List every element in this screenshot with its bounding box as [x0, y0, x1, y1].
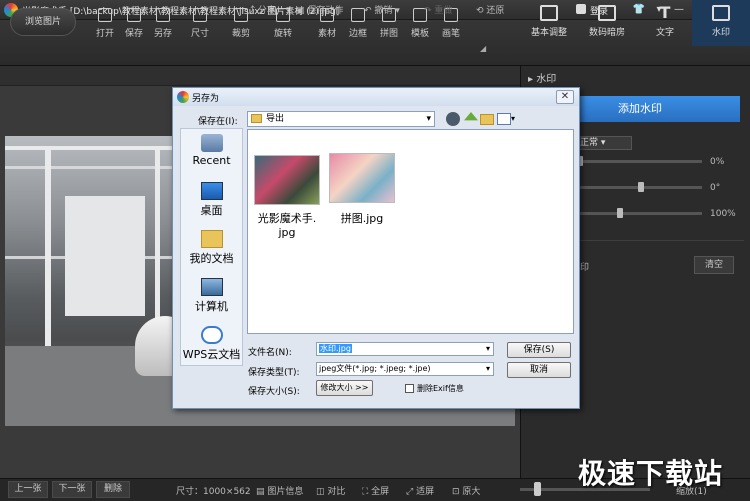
- view-dropdown-arrow[interactable]: ▾: [511, 114, 515, 123]
- zoom-knob[interactable]: [533, 482, 541, 496]
- back-icon[interactable]: [446, 112, 460, 126]
- size-icon: [193, 8, 207, 22]
- save-in-label: 保存在(I):: [198, 117, 238, 127]
- next-image-button[interactable]: 下一张: [52, 481, 92, 498]
- open-tool[interactable]: 打开: [90, 6, 120, 42]
- open-icon: [98, 8, 112, 22]
- rotate-value: 0°: [710, 183, 721, 193]
- panel-title: ▸ 水印: [528, 74, 557, 85]
- image-size: 尺寸：1000×562: [176, 487, 251, 497]
- place-desktop[interactable]: 桌面: [180, 182, 243, 218]
- fullscreen-button[interactable]: ⛶ 全屏: [362, 484, 389, 497]
- redo-button[interactable]: ↷ 重做: [424, 3, 452, 16]
- save-icon: [127, 8, 141, 22]
- action-bar: [0, 66, 520, 86]
- tab-darkroom[interactable]: 数码暗房: [578, 0, 636, 46]
- dialog-close-button[interactable]: ✕: [556, 90, 574, 104]
- rotate-icon: [276, 8, 290, 22]
- prev-image-button[interactable]: 上一张: [8, 481, 48, 498]
- tab-basic-adjust[interactable]: 基本调整: [520, 0, 578, 46]
- chevron-down-icon: ▾: [485, 364, 490, 373]
- desktop-icon: [200, 182, 223, 200]
- save-as-tool[interactable]: 另存: [148, 6, 178, 42]
- chevron-down-icon: ▾: [426, 114, 431, 124]
- save-as-icon: [156, 8, 170, 22]
- scale-slider[interactable]: [580, 212, 702, 215]
- place-computer[interactable]: 计算机: [180, 278, 243, 314]
- save-action-button[interactable]: ▣ 保存动作: [296, 3, 343, 16]
- filesize-label: 保存大小(S):: [248, 387, 300, 397]
- compare-button[interactable]: ◫ 对比: [316, 484, 345, 497]
- documents-icon: [200, 230, 223, 248]
- opacity-slider[interactable]: [580, 160, 702, 163]
- place-recent[interactable]: Recent: [180, 134, 243, 167]
- image-info-button[interactable]: ▤ 图片信息: [256, 484, 303, 497]
- modify-size-button[interactable]: 修改大小 >>: [316, 380, 373, 396]
- remove-exif-checkbox[interactable]: [405, 384, 414, 393]
- scale-value: 100%: [710, 209, 736, 219]
- tab-text[interactable]: T 文字: [636, 0, 694, 46]
- new-folder-icon[interactable]: [480, 114, 494, 125]
- file-name[interactable]: 光影魔术手. jpg: [250, 210, 324, 239]
- blend-mode-select[interactable]: 正常 ▾: [576, 136, 632, 150]
- rotate-knob[interactable]: [638, 182, 644, 192]
- cloud-icon: [200, 326, 223, 344]
- save-in-dropdown[interactable]: 导出 ▾: [247, 111, 435, 127]
- folder-icon: [251, 114, 262, 123]
- site-watermark-logo: 极速下载站: [578, 457, 724, 490]
- recent-icon: [200, 134, 223, 152]
- scale-knob[interactable]: [617, 208, 624, 218]
- size-tool[interactable]: 尺寸: [185, 6, 215, 42]
- chevron-down-icon: ▾: [485, 344, 490, 353]
- cancel-button[interactable]: 取消: [507, 362, 571, 378]
- place-wps-cloud[interactable]: WPS云文档: [180, 326, 243, 362]
- border-icon: [351, 8, 365, 22]
- delete-button[interactable]: 删除: [96, 481, 130, 498]
- browse-images-button[interactable]: 浏览图片: [10, 8, 76, 36]
- dialog-title-bar: [173, 88, 579, 106]
- filetype-label: 保存类型(T):: [248, 368, 300, 378]
- place-documents[interactable]: 我的文档: [180, 230, 243, 266]
- restore-button[interactable]: ⟲ 还原: [476, 3, 504, 16]
- filetype-select[interactable]: jpeg文件(*.jpg; *.jpeg; *.jpe) ▾: [316, 362, 494, 376]
- file-thumbnail[interactable]: [254, 155, 320, 205]
- remove-exif-label: 删除Exif信息: [417, 384, 464, 393]
- file-thumbnail[interactable]: [329, 153, 395, 203]
- computer-icon: [200, 278, 223, 296]
- watermark-icon: [712, 5, 730, 21]
- fit-screen-button[interactable]: ⤢ 适屏: [406, 484, 434, 497]
- file-name[interactable]: 拼图.jpg: [328, 210, 396, 226]
- save-button[interactable]: 保存(S): [507, 342, 571, 358]
- opacity-value: 0%: [710, 157, 725, 167]
- original-size-button[interactable]: ⊡ 原大: [452, 484, 480, 497]
- save-tool[interactable]: 保存: [119, 6, 149, 42]
- filename-input[interactable]: 水印.jpg ▾: [316, 342, 494, 356]
- view-menu-icon[interactable]: [497, 113, 511, 125]
- watermark-layer-label: 印: [580, 263, 590, 273]
- share-button[interactable]: ⤴ 分享: [246, 3, 276, 16]
- tab-watermark[interactable]: 水印: [692, 0, 750, 46]
- adjust-icon: [540, 5, 558, 21]
- text-icon: T: [659, 3, 671, 22]
- filename-label: 文件名(N):: [248, 348, 292, 358]
- more-tools-icon[interactable]: ◢: [480, 44, 486, 53]
- clear-button[interactable]: 清空: [694, 256, 734, 274]
- camera-icon: [598, 5, 616, 21]
- dialog-title: 另存为: [192, 94, 220, 104]
- dialog-app-icon: [177, 91, 189, 103]
- undo-button[interactable]: ↶ 撤销 ▾: [364, 3, 400, 16]
